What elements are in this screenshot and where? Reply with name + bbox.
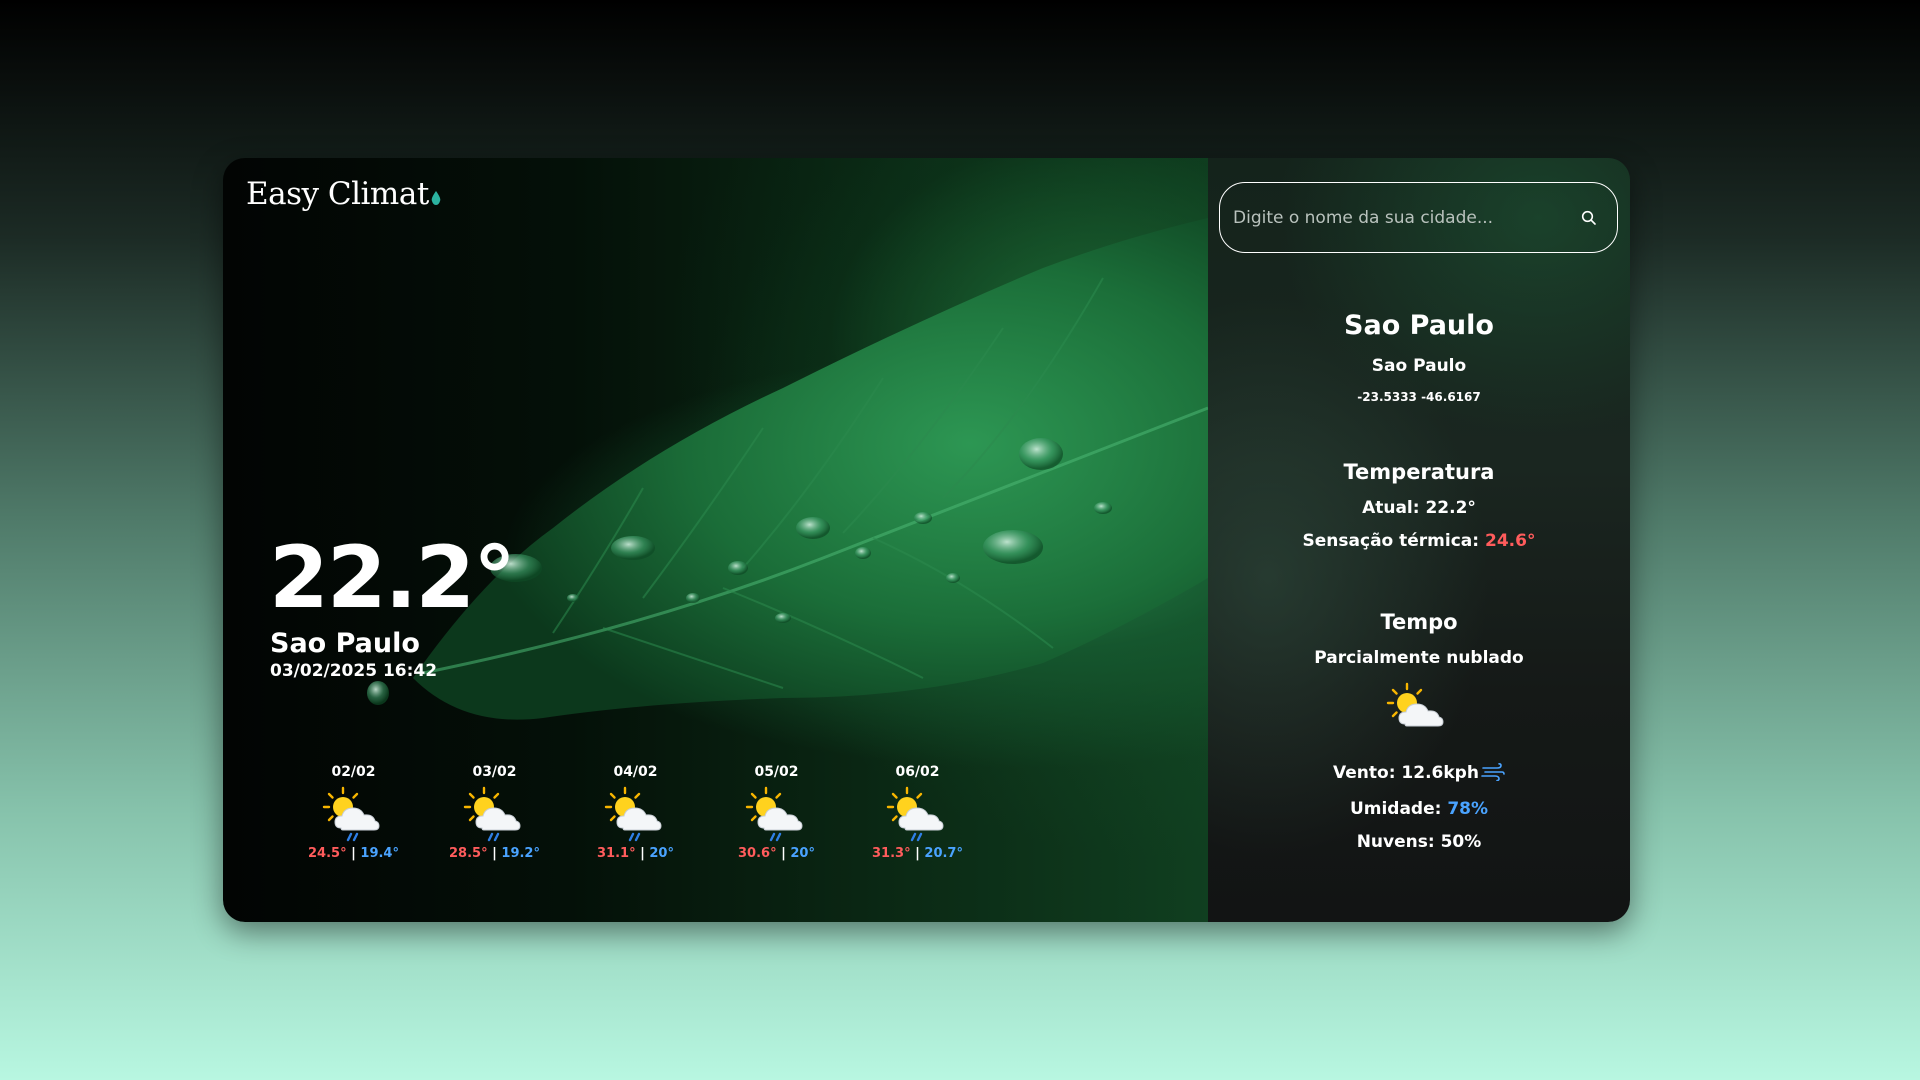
- clouds-line: Nuvens: 50%: [1208, 832, 1630, 852]
- feels-like-label: Sensação térmica:: [1302, 531, 1480, 551]
- forecast-day: 06/02 31.3° | 20.7°: [847, 764, 988, 861]
- forecast-min: 19.2°: [501, 846, 540, 861]
- temperature-heading: Temperatura: [1343, 460, 1495, 484]
- temp-separator: |: [781, 846, 786, 861]
- water-drop-icon: [431, 191, 441, 205]
- clouds-value: 50%: [1440, 832, 1482, 852]
- city-search-input[interactable]: [1233, 207, 1581, 228]
- app-logo: Easy Climat: [246, 176, 441, 212]
- forecast-max: 28.5°: [449, 846, 488, 861]
- search-box: [1219, 182, 1618, 253]
- partly-cloudy-rain-icon: [885, 784, 951, 844]
- current-datetime: 03/02/2025 16:42: [270, 661, 438, 681]
- forecast-day: 02/02 24.5° | 19.4°: [283, 764, 424, 861]
- humidity-label: Umidade:: [1349, 799, 1442, 819]
- forecast-date: 05/02: [754, 764, 799, 780]
- forecast-day: 03/02 28.5° | 19.2°: [424, 764, 565, 861]
- humidity-line: Umidade: 78%: [1208, 799, 1630, 819]
- forecast-date: 02/02: [331, 764, 376, 780]
- details-city: Sao Paulo: [1344, 310, 1494, 341]
- forecast-date: 04/02: [613, 764, 658, 780]
- feels-like-value: 24.6°: [1485, 531, 1536, 551]
- hero-panel: Easy Climat 22.2° Sao Paulo 03/02/2025 1…: [223, 158, 1208, 922]
- wind-label: Vento:: [1333, 763, 1396, 783]
- partly-cloudy-rain-icon: [603, 784, 669, 844]
- forecast-max: 31.1°: [597, 846, 636, 861]
- weather-condition: Parcialmente nublado: [1314, 648, 1524, 668]
- search-icon[interactable]: [1581, 210, 1597, 226]
- forecast-min: 20°: [649, 846, 674, 861]
- partly-cloudy-rain-icon: [744, 784, 810, 844]
- forecast-temps: 31.3° | 20.7°: [872, 846, 963, 861]
- wind-icon: [1481, 763, 1505, 781]
- atual-label: Atual:: [1362, 498, 1420, 518]
- forecast-temps: 30.6° | 20°: [738, 846, 815, 861]
- temp-separator: |: [492, 846, 497, 861]
- forecast-date: 03/02: [472, 764, 517, 780]
- feels-like-line: Sensação térmica: 24.6°: [1208, 531, 1630, 551]
- forecast-max: 30.6°: [738, 846, 777, 861]
- forecast-max: 24.5°: [308, 846, 347, 861]
- forecast-day: 05/02 30.6° | 20°: [706, 764, 847, 861]
- temp-separator: |: [915, 846, 920, 861]
- atual-value: 22.2°: [1425, 498, 1476, 518]
- forecast-min: 19.4°: [360, 846, 399, 861]
- weather-card: Easy Climat 22.2° Sao Paulo 03/02/2025 1…: [223, 158, 1630, 922]
- forecast-temps: 31.1° | 20°: [597, 846, 674, 861]
- forecast-list: 02/02 24.5° | 19.4° 03/02 28.5° | 19.2° …: [283, 764, 988, 861]
- forecast-min: 20°: [790, 846, 815, 861]
- forecast-date: 06/02: [895, 764, 940, 780]
- current-city: Sao Paulo: [270, 628, 420, 659]
- current-temp-line: Atual: 22.2°: [1208, 498, 1630, 518]
- details-region: Sao Paulo: [1371, 356, 1467, 376]
- wind-line: Vento: 12.6kph: [1208, 763, 1630, 783]
- partly-cloudy-rain-icon: [462, 784, 528, 844]
- details-coordinates: -23.5333 -46.6167: [1357, 390, 1481, 404]
- current-temperature: 22.2°: [269, 528, 516, 628]
- partly-cloudy-rain-icon: [321, 784, 387, 844]
- logo-text: Easy Climat: [246, 176, 429, 212]
- humidity-value: 78%: [1447, 799, 1489, 819]
- details-panel: Sao Paulo Sao Paulo -23.5333 -46.6167 Te…: [1208, 158, 1630, 922]
- wind-value: 12.6kph: [1401, 763, 1479, 783]
- forecast-max: 31.3°: [872, 846, 911, 861]
- forecast-temps: 28.5° | 19.2°: [449, 846, 540, 861]
- forecast-temps: 24.5° | 19.4°: [308, 846, 399, 861]
- forecast-day: 04/02 31.1° | 20°: [565, 764, 706, 861]
- temp-separator: |: [351, 846, 356, 861]
- partly-cloudy-icon: [1383, 680, 1453, 740]
- weather-heading: Tempo: [1380, 610, 1458, 634]
- clouds-label: Nuvens:: [1356, 832, 1435, 852]
- forecast-min: 20.7°: [924, 846, 963, 861]
- temp-separator: |: [640, 846, 645, 861]
